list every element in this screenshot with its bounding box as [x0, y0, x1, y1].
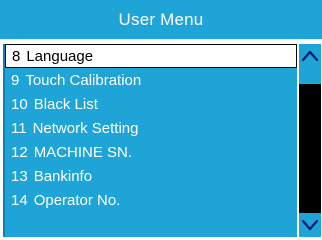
menu-item-number: 12: [11, 143, 28, 161]
scroll-down-button[interactable]: [299, 213, 321, 237]
menu-item-label: Network Setting: [32, 119, 139, 137]
scroll-track[interactable]: [299, 68, 321, 213]
page-title: User Menu: [118, 9, 204, 29]
menu-item-number: 14: [11, 191, 28, 209]
menu-item-touch-calibration[interactable]: 9 Touch Calibration: [5, 68, 297, 92]
menu-item-network-setting[interactable]: 11 Network Setting: [5, 116, 297, 140]
title-bar: User Menu: [0, 0, 322, 40]
menu-item-label: Black List: [33, 95, 98, 113]
menu-item-language[interactable]: 8 Language: [5, 44, 297, 68]
menu-item-number: 8: [12, 47, 21, 65]
scroll-up-button[interactable]: [299, 44, 321, 68]
menu-item-number: 13: [11, 167, 28, 185]
menu-item-operator-no[interactable]: 14 Operator No.: [5, 188, 297, 212]
chevron-up-icon: [301, 50, 319, 62]
menu-item-number: 10: [11, 95, 28, 113]
menu-item-label: Operator No.: [33, 191, 121, 209]
scroll-thumb[interactable]: [299, 68, 321, 84]
menu-item-number: 9: [11, 71, 20, 89]
menu-item-label: Language: [26, 47, 94, 65]
menu-item-label: Touch Calibration: [25, 71, 142, 89]
scrollbar[interactable]: [299, 44, 321, 237]
menu-item-bankinfo[interactable]: 13 Bankinfo: [5, 164, 297, 188]
menu-item-label: MACHINE SN.: [33, 143, 133, 161]
menu-item-number: 11: [11, 119, 27, 137]
menu-item-black-list[interactable]: 10 Black List: [5, 92, 297, 116]
menu-list: 8 Language 9 Touch Calibration 10 Black …: [3, 44, 297, 237]
menu-item-label: Bankinfo: [33, 167, 93, 185]
chevron-down-icon: [301, 219, 319, 231]
user-menu-screen: User Menu 8 Language 9 Touch Calibration…: [0, 0, 322, 240]
menu-item-machine-sn[interactable]: 12 MACHINE SN.: [5, 140, 297, 164]
